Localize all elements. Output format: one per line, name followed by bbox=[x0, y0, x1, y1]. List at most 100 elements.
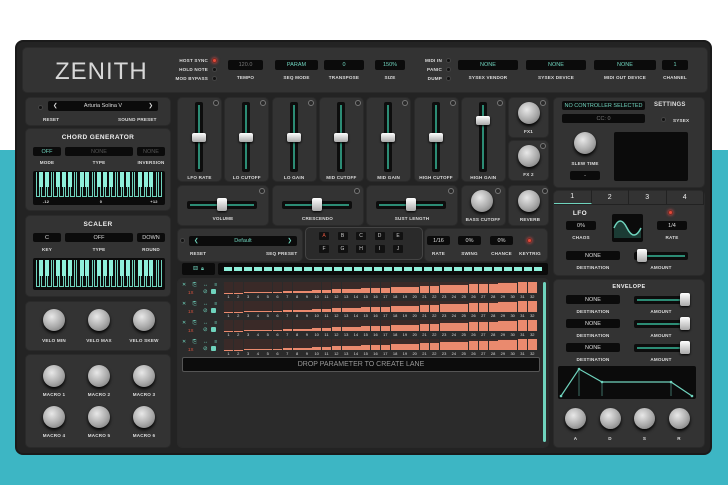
pattern-button[interactable]: E bbox=[393, 232, 403, 240]
sequencer-step[interactable] bbox=[341, 320, 351, 331]
step-length-segment[interactable] bbox=[444, 267, 452, 271]
cc-field[interactable]: CC: 0 bbox=[562, 114, 645, 123]
next-preset-button[interactable]: ❯ bbox=[148, 103, 153, 109]
midi-out-field[interactable]: NONE bbox=[594, 60, 656, 70]
chord-mode-field[interactable]: OFF bbox=[33, 147, 61, 156]
white-key[interactable] bbox=[157, 260, 163, 287]
sequencer-step[interactable] bbox=[263, 320, 273, 331]
sequencer-step[interactable] bbox=[351, 301, 361, 312]
sequencer-step[interactable] bbox=[351, 339, 361, 350]
sequencer-step[interactable] bbox=[449, 282, 459, 293]
black-key[interactable] bbox=[56, 260, 61, 277]
chaos-field[interactable]: 0% bbox=[566, 221, 596, 230]
sequencer-step[interactable] bbox=[233, 301, 244, 312]
seq-reset-led[interactable] bbox=[180, 238, 185, 243]
sequencer-step[interactable] bbox=[420, 301, 430, 312]
mod-tab[interactable]: 1 bbox=[554, 190, 592, 204]
sequencer-step[interactable] bbox=[233, 339, 244, 350]
sequencer-step[interactable] bbox=[243, 320, 253, 331]
keytrig-led[interactable] bbox=[527, 238, 532, 243]
sequencer-step[interactable] bbox=[410, 339, 420, 350]
sequencer-step[interactable] bbox=[322, 339, 332, 350]
sequencer-step[interactable] bbox=[302, 320, 312, 331]
slider-handle[interactable] bbox=[217, 198, 227, 211]
mod-tab[interactable]: 4 bbox=[667, 190, 704, 204]
macro-knob[interactable] bbox=[88, 365, 110, 387]
sequencer-step[interactable] bbox=[429, 339, 440, 350]
drop-lane-zone[interactable]: DROP PARAMETER TO CREATE LANE bbox=[182, 357, 540, 372]
sequencer-step[interactable] bbox=[380, 301, 391, 312]
lane-lock-icon[interactable] bbox=[211, 289, 216, 294]
sequencer-step[interactable] bbox=[420, 320, 430, 331]
sequencer-step[interactable] bbox=[498, 339, 508, 350]
mod-gear-icon[interactable] bbox=[542, 188, 548, 194]
sequencer-step[interactable] bbox=[312, 320, 322, 331]
sequencer-step[interactable] bbox=[312, 301, 322, 312]
step-length-segment[interactable] bbox=[524, 267, 532, 271]
prev-preset-button[interactable]: ❮ bbox=[53, 103, 58, 109]
rate-field[interactable]: 1/16 bbox=[427, 236, 450, 245]
envelope-amount-handle[interactable] bbox=[680, 341, 690, 354]
sequencer-step[interactable] bbox=[282, 320, 293, 331]
sysex-led[interactable] bbox=[661, 117, 666, 122]
slew-time-field[interactable]: - bbox=[570, 171, 600, 180]
sequencer-step[interactable] bbox=[273, 282, 283, 293]
sequencer-step[interactable] bbox=[224, 282, 234, 293]
mod-gear-icon[interactable] bbox=[354, 100, 361, 106]
sequencer-step[interactable] bbox=[341, 301, 351, 312]
sequencer-step[interactable] bbox=[508, 339, 518, 350]
sequencer-step[interactable] bbox=[498, 301, 508, 312]
step-length-segment[interactable] bbox=[494, 267, 502, 271]
sequencer-step[interactable] bbox=[469, 320, 479, 331]
sequencer-step[interactable] bbox=[282, 301, 293, 312]
black-key[interactable] bbox=[137, 172, 142, 187]
sequencer-step[interactable] bbox=[400, 301, 410, 312]
black-key[interactable] bbox=[149, 260, 154, 277]
sequencer-step[interactable] bbox=[488, 282, 498, 293]
sequencer-step[interactable] bbox=[341, 339, 351, 350]
lane-clear-icon[interactable]: ⊘ bbox=[203, 289, 208, 295]
sequencer-step[interactable] bbox=[224, 339, 234, 350]
mod-gear-icon[interactable] bbox=[540, 100, 546, 106]
sequencer-step[interactable] bbox=[312, 339, 322, 350]
midi-button[interactable] bbox=[446, 58, 451, 63]
scaler-round-field[interactable]: DOWN bbox=[137, 233, 165, 242]
fader-handle[interactable] bbox=[239, 133, 254, 142]
sequencer-step[interactable] bbox=[390, 339, 400, 350]
sequencer-step[interactable] bbox=[233, 282, 244, 293]
swing-field[interactable]: 0% bbox=[458, 236, 481, 245]
step-length-segment[interactable] bbox=[534, 267, 542, 271]
step-length-segment[interactable] bbox=[254, 267, 262, 271]
lfo-amount-handle[interactable] bbox=[636, 249, 647, 262]
pattern-button[interactable]: F bbox=[319, 245, 329, 253]
sequencer-step[interactable] bbox=[498, 320, 508, 331]
prev-seq-preset-button[interactable]: ❮ bbox=[194, 238, 199, 244]
sequencer-step[interactable] bbox=[449, 339, 459, 350]
sequencer-step[interactable] bbox=[410, 320, 420, 331]
fader-handle[interactable] bbox=[333, 133, 348, 142]
sequencer-step[interactable] bbox=[508, 282, 518, 293]
step-length-segment[interactable] bbox=[424, 267, 432, 271]
step-length-segment[interactable] bbox=[404, 267, 412, 271]
sequencer-step[interactable] bbox=[390, 320, 400, 331]
sequencer-step[interactable] bbox=[331, 320, 342, 331]
sequencer-step[interactable] bbox=[302, 282, 312, 293]
black-key[interactable] bbox=[137, 260, 142, 277]
sequencer-step[interactable] bbox=[224, 301, 234, 312]
xy-pad[interactable] bbox=[614, 132, 688, 181]
black-key[interactable] bbox=[97, 172, 101, 187]
sysex-vendor-field[interactable]: NONE bbox=[458, 60, 518, 70]
step-length-segment[interactable] bbox=[374, 267, 382, 271]
black-key[interactable] bbox=[149, 172, 154, 187]
sequencer-step[interactable] bbox=[459, 282, 469, 293]
black-key[interactable] bbox=[108, 260, 113, 277]
seq-mode-field[interactable]: PARAM bbox=[275, 60, 318, 70]
sequencer-step[interactable] bbox=[469, 282, 479, 293]
sequencer-step[interactable] bbox=[439, 282, 449, 293]
sequencer-step[interactable] bbox=[518, 320, 528, 331]
black-key[interactable] bbox=[85, 172, 90, 187]
sequencer-step[interactable] bbox=[478, 320, 489, 331]
step-length-segment[interactable] bbox=[504, 267, 512, 271]
sequencer-step[interactable] bbox=[469, 339, 479, 350]
lfo-destination-field[interactable]: NONE bbox=[566, 251, 620, 260]
